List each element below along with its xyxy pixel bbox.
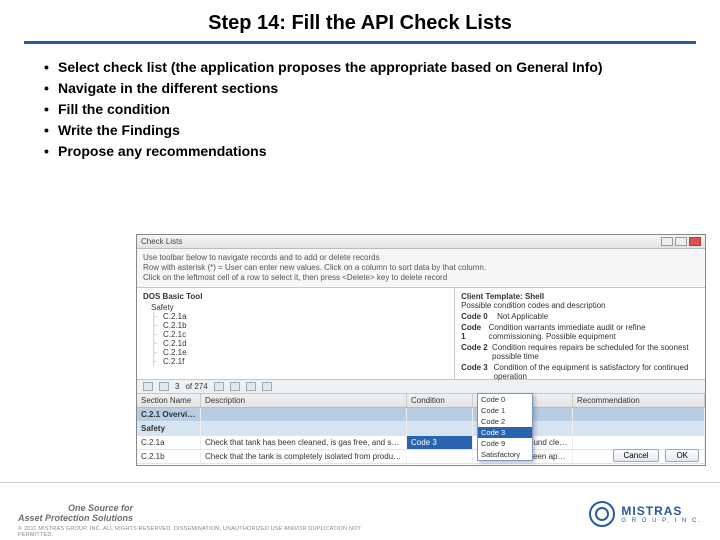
nav-prev-icon[interactable] <box>159 382 169 391</box>
tree-node[interactable]: C.2.1e <box>151 348 448 357</box>
legend-panel: Client Template: Shell Possible conditio… <box>455 288 705 379</box>
legend-title: Client Template: Shell <box>461 292 699 301</box>
tree-root[interactable]: Safety <box>151 303 448 312</box>
legend-desc: Condition warrants immediate audit or re… <box>489 323 699 341</box>
section-sub-row: Safety <box>137 422 705 436</box>
tree-node[interactable]: C.2.1a <box>151 312 448 321</box>
cell-name[interactable]: C.2.1c <box>137 464 201 466</box>
tree-node[interactable]: C.2.1c <box>151 330 448 339</box>
dialog-buttons: Cancel OK <box>613 449 699 462</box>
minimize-icon[interactable] <box>661 237 673 246</box>
nav-total: of 274 <box>185 382 207 391</box>
dropdown-option[interactable]: Code 1 <box>478 405 532 416</box>
legend-desc: Not Applicable <box>497 312 548 321</box>
nav-first-icon[interactable] <box>143 382 153 391</box>
instruction-list: Select check list (the application propo… <box>44 58 684 160</box>
dropdown-option[interactable]: Code 0 <box>478 394 532 405</box>
nav-next-icon[interactable] <box>214 382 224 391</box>
copyright: © 2011 MISTRAS GROUP, INC. ALL RIGHTS RE… <box>18 526 378 538</box>
cell-condition[interactable] <box>407 464 473 466</box>
mistras-logo-icon <box>589 501 615 527</box>
dropdown-option[interactable]: Code 9 <box>478 438 532 449</box>
brand-text: MISTRAS <box>621 504 682 518</box>
close-icon[interactable] <box>689 237 701 246</box>
cell-name[interactable]: C.2.1a <box>137 436 201 449</box>
bullet-item: Fill the condition <box>44 100 684 119</box>
help-text: Use toolbar below to navigate records an… <box>137 249 705 288</box>
window-controls <box>661 237 701 246</box>
nav-add-icon[interactable] <box>246 382 256 391</box>
bullet-item: Select check list (the application propo… <box>44 58 684 77</box>
help-line: Use toolbar below to navigate records an… <box>143 253 699 263</box>
legend-code: Code 1 <box>461 323 485 341</box>
bullet-item: Write the Findings <box>44 121 684 140</box>
bullet-item: Navigate in the different sections <box>44 79 684 98</box>
dropdown-option[interactable]: Satisfactory <box>478 449 532 460</box>
table-row[interactable]: C.2.1c Check that roof is adequately sup… <box>137 464 705 466</box>
brand-sub: G R O U P, I N C. <box>621 518 702 524</box>
section-heading-row: C.2.1 Overview <box>137 408 705 422</box>
cancel-button[interactable]: Cancel <box>613 449 660 462</box>
brand-block: MISTRAS G R O U P, I N C. <box>589 501 702 527</box>
brand-name: MISTRAS G R O U P, I N C. <box>621 504 702 524</box>
legend-desc: Condition requires repairs be scheduled … <box>492 343 699 361</box>
legend-code: Code 2 <box>461 343 488 361</box>
table-row[interactable]: C.2.1a Check that tank has been cleaned,… <box>137 436 705 450</box>
nav-position: 3 <box>175 382 179 391</box>
cell-rec[interactable] <box>573 464 705 466</box>
help-line: Row with asterisk (*) = User can enter n… <box>143 263 699 273</box>
col-recommendation[interactable]: Recommendation <box>573 394 705 407</box>
window-title: Check Lists <box>141 237 182 246</box>
cell-desc[interactable]: Check that tank has been cleaned, is gas… <box>201 436 407 449</box>
tree-node[interactable]: C.2.1b <box>151 321 448 330</box>
tree-node[interactable]: C.2.1d <box>151 339 448 348</box>
legend-subtitle: Possible condition codes and description <box>461 301 699 310</box>
legend-desc: Condition of the equipment is satisfacto… <box>494 363 699 381</box>
col-description[interactable]: Description <box>201 394 407 407</box>
ok-button[interactable]: OK <box>665 449 699 462</box>
cell-name[interactable]: C.2.1b <box>137 450 201 463</box>
cell-condition[interactable] <box>407 450 473 463</box>
dropdown-option[interactable]: Code 2 <box>478 416 532 427</box>
slide-title: Step 14: Fill the API Check Lists <box>0 0 720 41</box>
tree-panel: DOS Basic Tool Safety C.2.1a C.2.1b C.2.… <box>137 288 455 379</box>
tagline-2: Asset Protection Solutions <box>18 514 133 523</box>
tree-node[interactable]: C.2.1f <box>151 357 448 366</box>
nav-delete-icon[interactable] <box>262 382 272 391</box>
tree-header: DOS Basic Tool <box>143 292 448 301</box>
section-sub: Safety <box>137 422 201 435</box>
record-navigator: 3 of 274 <box>137 380 705 394</box>
bullet-item: Propose any recommendations <box>44 142 684 161</box>
checklist-window: Check Lists Use toolbar below to navigat… <box>136 234 706 466</box>
title-rule <box>24 41 696 44</box>
dropdown-option-selected[interactable]: Code 3 <box>478 427 532 438</box>
cell-condition[interactable]: Code 3 <box>407 436 473 449</box>
grid-header: Section Name Description Condition Findi… <box>137 394 705 408</box>
legend-code: Code 0 <box>461 312 493 321</box>
cell-desc[interactable]: Check that the tank is completely isolat… <box>201 450 407 463</box>
col-section[interactable]: Section Name <box>137 394 201 407</box>
tagline: One Source for Asset Protection Solution… <box>18 504 133 523</box>
window-titlebar: Check Lists <box>137 235 705 249</box>
legend-code: Code 3 <box>461 363 490 381</box>
cell-desc[interactable]: Check that roof is adequately supported,… <box>201 464 407 466</box>
section-name: C.2.1 Overview <box>137 408 201 421</box>
cell-findings[interactable]: The ITR appeared to be adequately suppor… <box>473 464 573 466</box>
cell-rec[interactable] <box>573 436 705 449</box>
maximize-icon[interactable] <box>675 237 687 246</box>
help-line: Click on the leftmost cell of a row to s… <box>143 273 699 283</box>
condition-dropdown[interactable]: Code 0 Code 1 Code 2 Code 3 Code 9 Satis… <box>477 393 533 461</box>
col-condition[interactable]: Condition <box>407 394 473 407</box>
nav-last-icon[interactable] <box>230 382 240 391</box>
